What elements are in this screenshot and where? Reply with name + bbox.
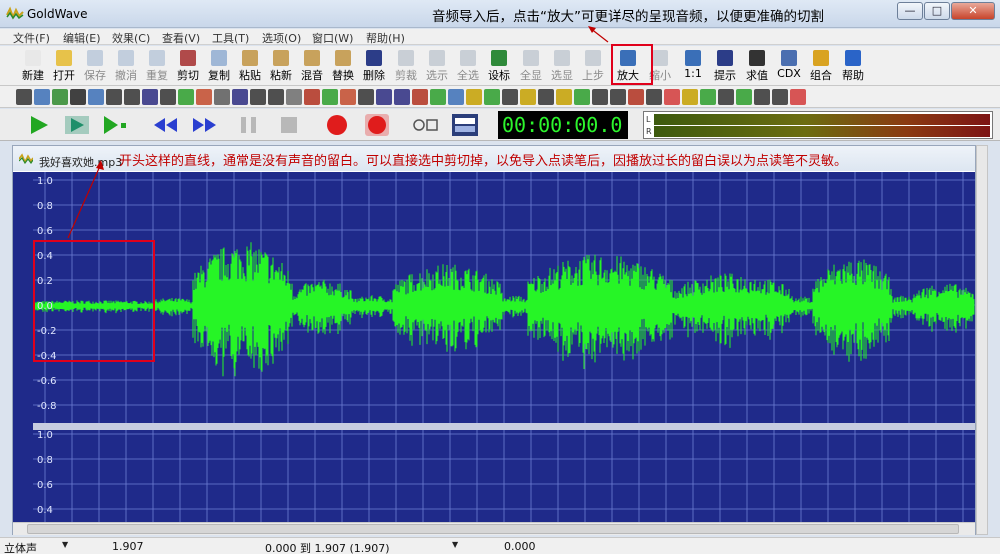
selection-dropdown-icon[interactable]: ▼: [452, 540, 458, 549]
annotation-arrows: [67, 26, 609, 239]
status-bar: 立体声 ▼ 1.907 0.000 到 1.907 (1.907) ▼ 0.00…: [0, 537, 1000, 554]
channel-mode[interactable]: 立体声: [4, 540, 37, 554]
selection-range: 0.000 到 1.907 (1.907): [265, 542, 390, 554]
channel-dropdown-icon[interactable]: ▼: [62, 540, 68, 549]
silence-arrow-head: [96, 160, 104, 170]
cursor-position: 0.000: [504, 540, 536, 553]
sound-length: 1.907: [112, 540, 144, 553]
silence-arrow-line: [67, 165, 101, 239]
silence-tip-annotation: 开头这样的直线，通常是没有声音的留白。可以直接选中剪切掉，以免导入点读笔后，因播…: [119, 154, 848, 169]
